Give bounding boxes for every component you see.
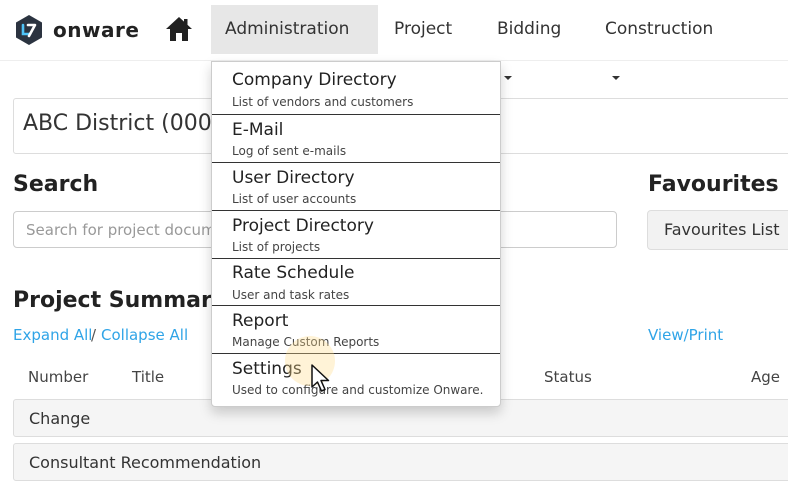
menu-item-report[interactable]: Report Manage Custom Reports — [212, 306, 500, 354]
menu-item-subtitle: Used to configure and customize Onware. — [232, 383, 484, 397]
collapse-all-link[interactable]: Collapse All — [101, 326, 188, 344]
menu-item-title: Company Directory — [232, 70, 397, 90]
favourites-heading: Favourites — [648, 172, 779, 197]
onware-logo-icon — [16, 15, 42, 45]
link-separator: / — [91, 326, 97, 344]
column-header-status[interactable]: Status — [544, 368, 592, 386]
nav-administration[interactable]: Administration — [211, 5, 378, 80]
menu-item-company-directory[interactable]: Company Directory List of vendors and cu… — [212, 62, 500, 110]
nav-construction-label: Construction — [605, 19, 714, 39]
nav-administration-label: Administration — [225, 19, 350, 39]
menu-item-email[interactable]: E-Mail Log of sent e-mails — [212, 115, 500, 163]
column-header-age[interactable]: Age — [751, 368, 780, 386]
menu-item-subtitle: List of user accounts — [232, 192, 357, 206]
view-print-link[interactable]: View/Print — [648, 326, 723, 344]
menu-item-title: Project Directory — [232, 216, 374, 236]
column-header-title[interactable]: Title — [132, 368, 164, 386]
menu-item-subtitle: List of projects — [232, 240, 321, 254]
group-row-label: Consultant Recommendation — [29, 453, 262, 472]
menu-item-project-directory[interactable]: Project Directory List of projects — [212, 211, 500, 259]
nav-bidding[interactable]: Bidding — [483, 5, 589, 80]
nav-project-label: Project — [394, 19, 453, 39]
caret-down-icon — [612, 76, 620, 80]
nav-project[interactable]: Project — [380, 5, 480, 80]
brand-name: onware — [53, 18, 140, 42]
mouse-pointer-icon — [311, 364, 330, 392]
nav-bidding-label: Bidding — [497, 19, 562, 39]
caret-down-icon — [504, 76, 512, 80]
menu-item-title: E-Mail — [232, 120, 284, 140]
brand[interactable]: onware — [13, 12, 139, 48]
nav-construction[interactable]: Construction — [591, 5, 741, 80]
menu-item-subtitle: User and task rates — [232, 288, 350, 302]
menu-item-title: Report — [232, 311, 289, 331]
menu-item-subtitle: List of vendors and customers — [232, 95, 414, 109]
home-icon[interactable] — [165, 15, 193, 43]
column-header-number[interactable]: Number — [28, 368, 88, 386]
favourites-list-button[interactable]: Favourites List — [647, 210, 788, 250]
menu-item-subtitle: Log of sent e-mails — [232, 144, 347, 158]
menu-item-settings[interactable]: Settings Used to configure and customize… — [212, 354, 500, 402]
menu-item-title: User Directory — [232, 168, 355, 188]
menu-item-title: Rate Schedule — [232, 263, 355, 283]
menu-item-rate-schedule[interactable]: Rate Schedule User and task rates — [212, 259, 500, 307]
search-heading: Search — [13, 172, 99, 197]
group-row-label: Change — [29, 409, 91, 428]
group-row-consultant-recommendation[interactable]: Consultant Recommendation — [13, 443, 788, 481]
navbar: onware Administration Project Bidding Co… — [0, 0, 788, 80]
expand-all-link[interactable]: Expand All — [13, 326, 92, 344]
menu-item-user-directory[interactable]: User Directory List of user accounts — [212, 163, 500, 211]
project-summary-heading: Project Summary — [13, 288, 227, 313]
administration-dropdown-menu: Company Directory List of vendors and cu… — [211, 61, 501, 407]
district-title: ABC District (0000 — [23, 111, 226, 136]
